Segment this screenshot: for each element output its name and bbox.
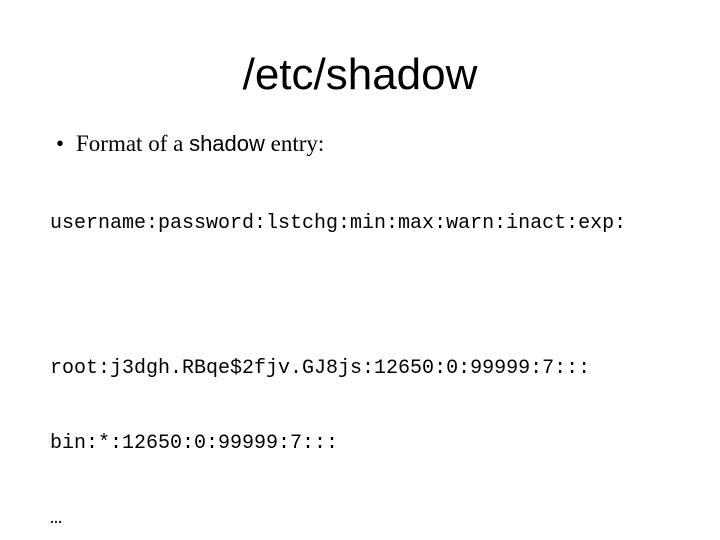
bullet-format-mono: shadow (189, 131, 265, 156)
slide: /etc/shadow Format of a shadow entry: us… (0, 0, 720, 540)
bullet-list-top: Format of a shadow entry: (50, 128, 670, 159)
code-line-2: … (50, 506, 670, 531)
code-example-block: root:j3dgh.RBqe$2fjv.GJ8js:12650:0:99999… (50, 306, 670, 540)
code-line-1: bin:*:12650:0:99999:7::: (50, 431, 670, 456)
bullet-format: Format of a shadow entry: (50, 128, 670, 159)
code-format-line: username:password:lstchg:min:max:warn:in… (50, 161, 670, 286)
code-format: username:password:lstchg:min:max:warn:in… (50, 211, 670, 236)
code-line-0: root:j3dgh.RBqe$2fjv.GJ8js:12650:0:99999… (50, 356, 670, 381)
bullet-format-suffix: entry: (265, 131, 324, 156)
spacer (50, 286, 670, 304)
bullet-format-prefix: Format of a (76, 131, 189, 156)
slide-title: /etc/shadow (50, 50, 670, 100)
